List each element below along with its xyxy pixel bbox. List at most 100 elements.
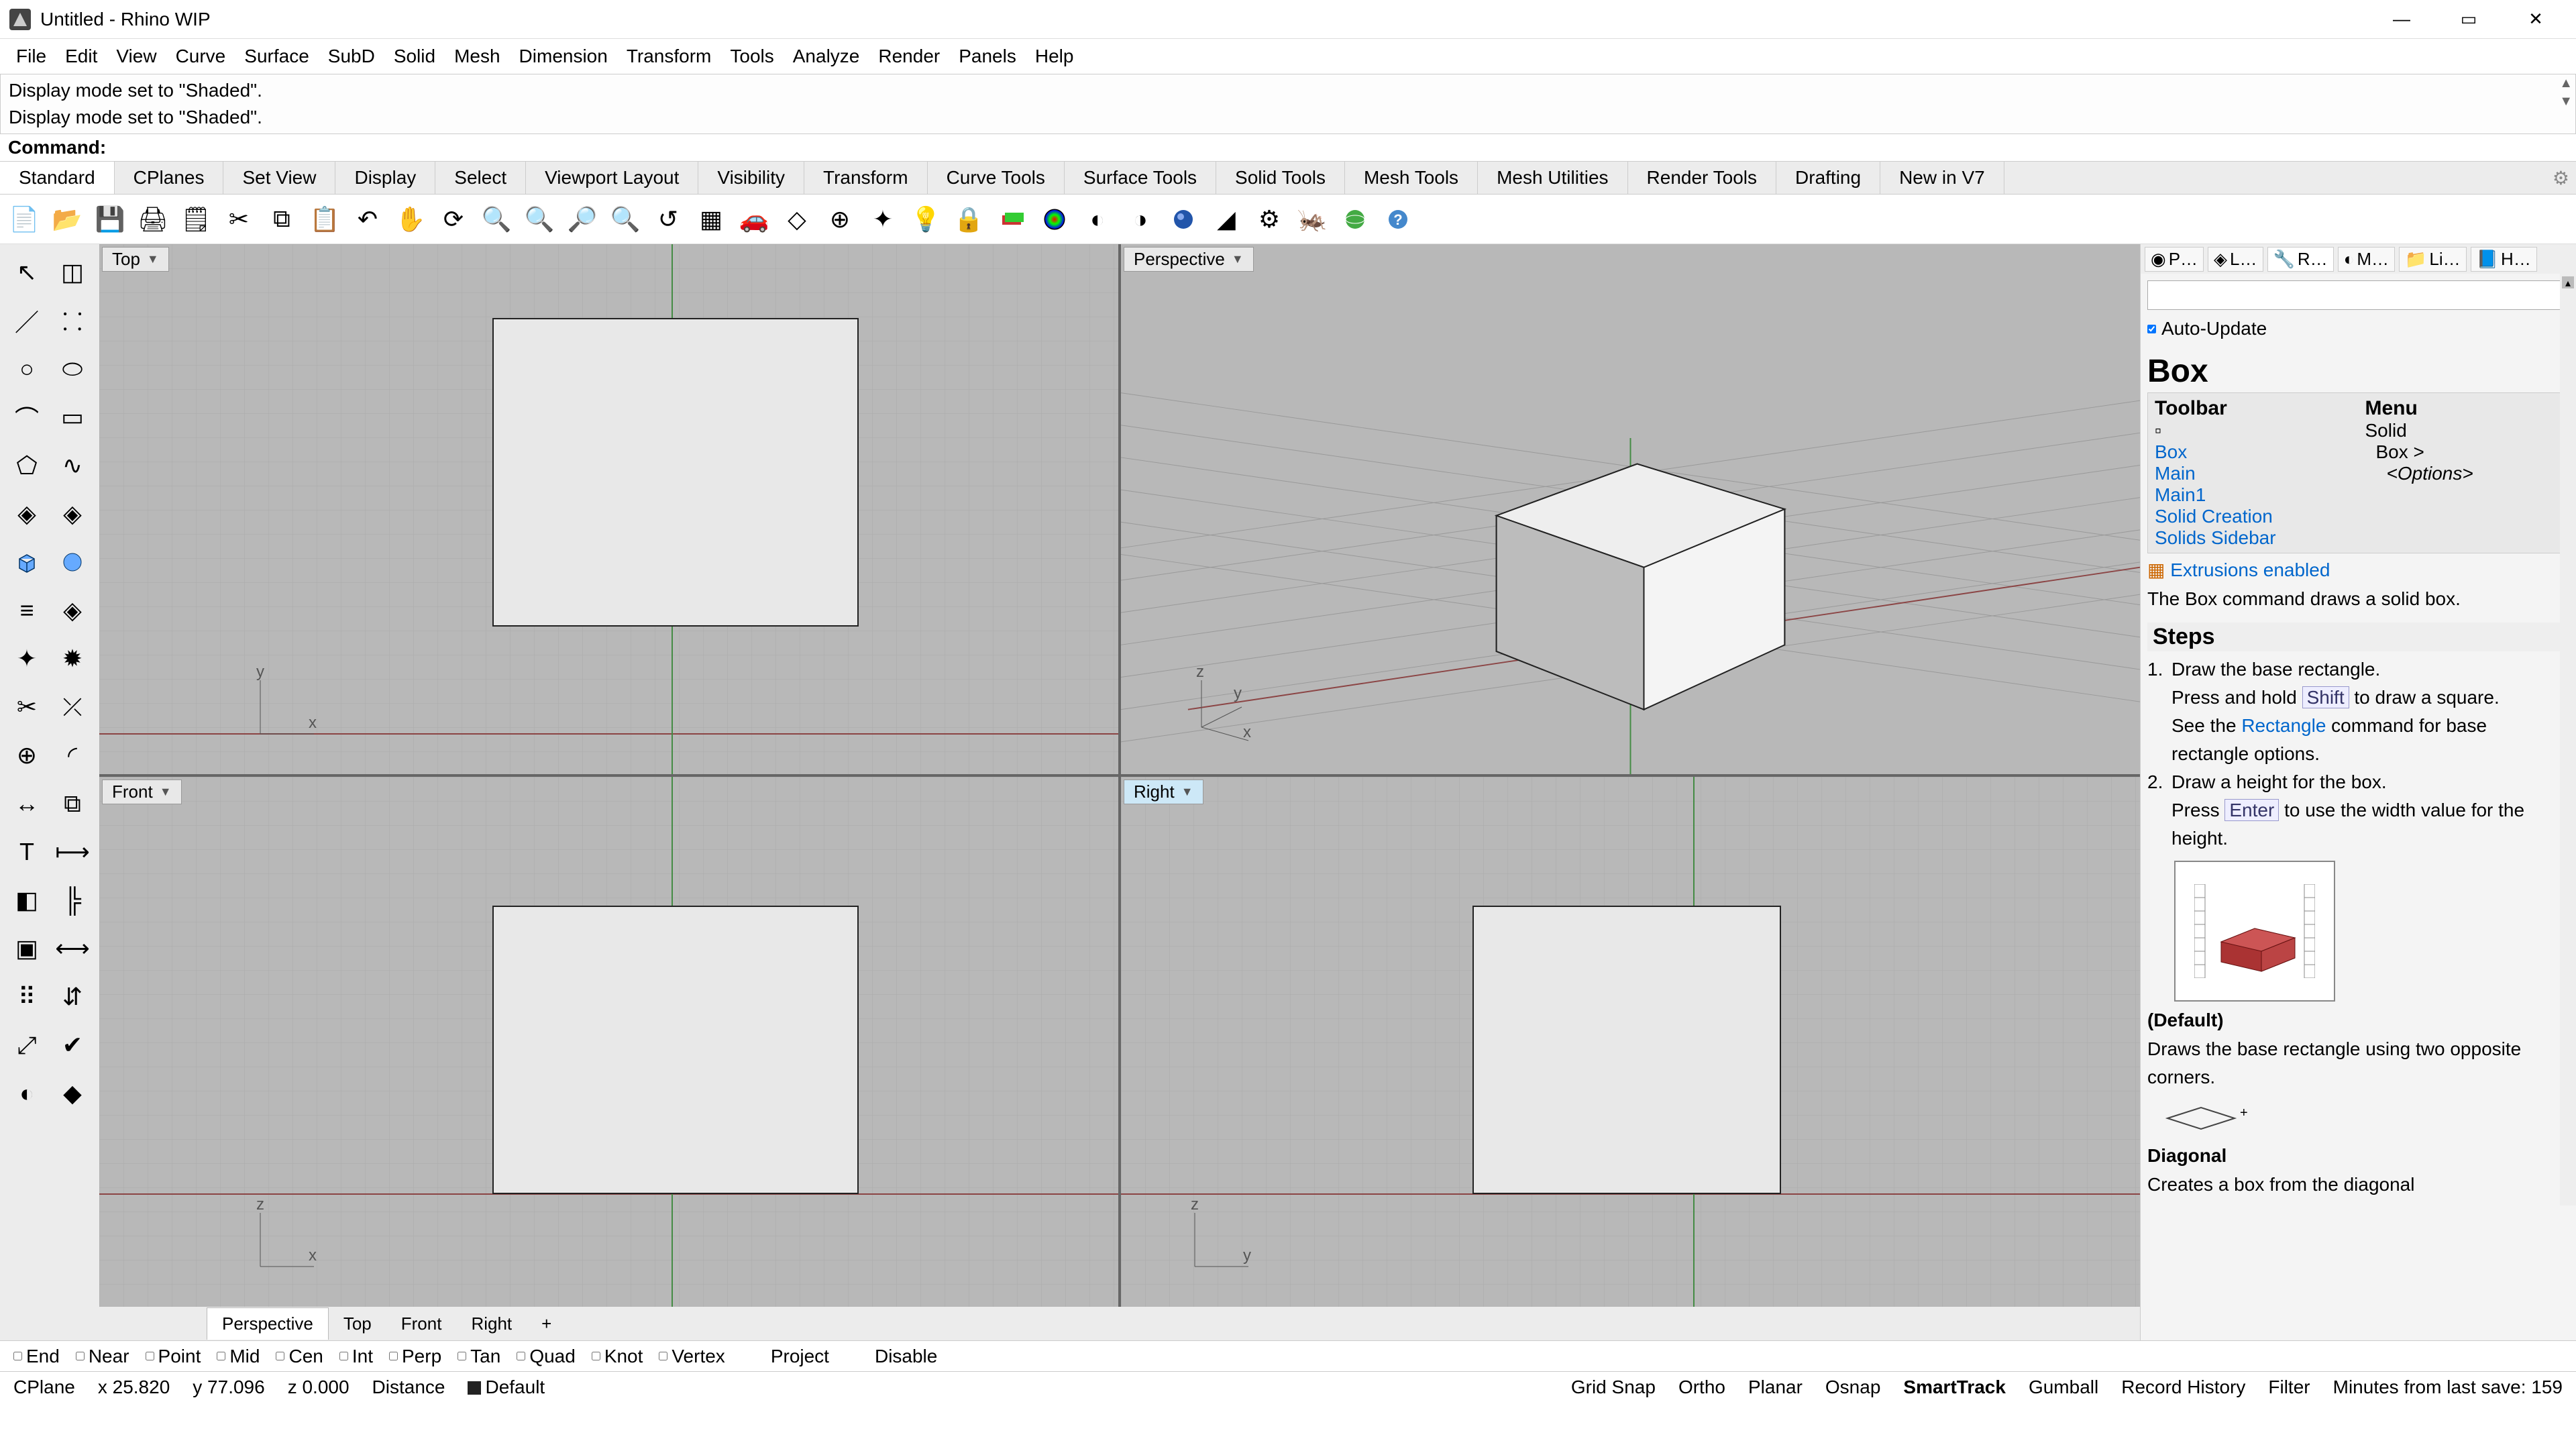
options-icon[interactable]: 🗒 <box>178 202 213 237</box>
render-icon[interactable]: ◑ <box>1123 202 1158 237</box>
box-icon[interactable] <box>5 539 48 585</box>
cut-icon[interactable]: ✂ <box>221 202 256 237</box>
dropdown-arrow-icon[interactable]: ▼ <box>160 785 172 799</box>
curve-icon[interactable]: ∿ <box>51 443 94 488</box>
menu-tools[interactable]: Tools <box>720 43 783 70</box>
copy-icon[interactable]: ⧉ <box>264 202 299 237</box>
panel-tab-properties[interactable]: ◉ P… <box>2145 247 2204 272</box>
status-history[interactable]: Record History <box>2121 1377 2245 1398</box>
osnap-perp[interactable]: Perp <box>389 1346 441 1367</box>
explode-icon[interactable]: ✹ <box>51 636 94 682</box>
shade-icon[interactable]: ◐ <box>1080 202 1115 237</box>
print-icon[interactable]: 🖨 <box>136 202 170 237</box>
menu-curve[interactable]: Curve <box>166 43 235 70</box>
status-cplane[interactable]: CPlane <box>13 1377 75 1398</box>
close-button[interactable]: ✕ <box>2522 6 2549 33</box>
viewport-right[interactable]: Right▼ z y <box>1121 777 2140 1307</box>
osnap-disable[interactable]: Disable <box>875 1346 937 1367</box>
polygon-icon[interactable]: ⬠ <box>5 443 48 488</box>
dim-icon[interactable]: ⟼ <box>51 829 94 875</box>
select-icon[interactable]: ✦ <box>865 202 900 237</box>
render-misc-icon[interactable]: ◐ <box>5 1071 48 1116</box>
text-icon[interactable]: T <box>5 829 48 875</box>
command-line[interactable]: Command: <box>0 134 2576 161</box>
osnap-point[interactable]: Point <box>146 1346 201 1367</box>
menu-file[interactable]: File <box>7 43 56 70</box>
menu-surface[interactable]: Surface <box>235 43 319 70</box>
menu-render[interactable]: Render <box>869 43 949 70</box>
panel-tab-libraries[interactable]: 📁 Li… <box>2399 247 2467 272</box>
paste-icon[interactable]: 📋 <box>307 202 342 237</box>
grasshopper-icon[interactable]: 🦗 <box>1295 202 1330 237</box>
viewport-top[interactable]: Top▼ y x <box>99 244 1118 774</box>
menu-subd[interactable]: SubD <box>319 43 384 70</box>
help-search-input[interactable] <box>2147 280 2569 310</box>
dropdown-arrow-icon[interactable]: ▼ <box>1232 252 1244 266</box>
viewport-label-front[interactable]: Front▼ <box>102 780 182 804</box>
panel-tab-layers[interactable]: ◈ L… <box>2208 247 2263 272</box>
named-cplane-icon[interactable]: 🚗 <box>737 202 771 237</box>
polyline-icon[interactable]: ／ <box>5 298 48 343</box>
material-icon[interactable]: ◆ <box>51 1071 94 1116</box>
properties-icon[interactable] <box>1037 202 1072 237</box>
copy2-icon[interactable]: ⧉ <box>51 781 94 826</box>
help-link[interactable]: Main1 <box>2155 484 2352 506</box>
undo-icon[interactable]: ↶ <box>350 202 385 237</box>
help-scrollbar[interactable]: ▴ <box>2560 274 2576 1205</box>
status-gumball[interactable]: Gumball <box>2029 1377 2098 1398</box>
status-layer[interactable]: Default <box>468 1377 545 1398</box>
help-icon[interactable]: ? <box>1381 202 1415 237</box>
split-icon[interactable]: ⤫ <box>51 684 94 730</box>
zoom-extents-icon[interactable]: 🔎 <box>565 202 600 237</box>
save-file-icon[interactable]: 💾 <box>93 202 127 237</box>
help-link[interactable]: Solids Sidebar <box>2155 527 2352 549</box>
tab-cplanes[interactable]: CPlanes <box>115 162 224 194</box>
solid2-icon[interactable]: ▣ <box>5 926 48 971</box>
lock-icon[interactable]: 🔒 <box>951 202 986 237</box>
osnap-knot[interactable]: Knot <box>592 1346 643 1367</box>
vptab-right[interactable]: Right <box>456 1308 527 1340</box>
history-scrollbar[interactable]: ▲▼ <box>2559 76 2573 109</box>
dropdown-arrow-icon[interactable]: ▼ <box>147 252 159 266</box>
tab-surface-tools[interactable]: Surface Tools <box>1065 162 1216 194</box>
tab-standard[interactable]: Standard <box>0 162 115 194</box>
world-icon[interactable] <box>1338 202 1373 237</box>
osnap-int[interactable]: Int <box>339 1346 373 1367</box>
osnap-end[interactable]: End <box>13 1346 60 1367</box>
osnap-mid[interactable]: Mid <box>217 1346 260 1367</box>
ellipse-icon[interactable]: ⬭ <box>51 346 94 392</box>
vptab-front[interactable]: Front <box>386 1308 457 1340</box>
tab-display[interactable]: Display <box>335 162 435 194</box>
menu-analyze[interactable]: Analyze <box>784 43 869 70</box>
rectangle-link[interactable]: Rectangle <box>2241 715 2326 736</box>
tab-visibility[interactable]: Visibility <box>698 162 804 194</box>
snap-icon[interactable]: ⊕ <box>822 202 857 237</box>
hide-icon[interactable]: 💡 <box>908 202 943 237</box>
surface-from-curve-icon[interactable]: ◈ <box>5 491 48 537</box>
tab-drafting[interactable]: Drafting <box>1776 162 1880 194</box>
viewport-label-top[interactable]: Top▼ <box>102 247 169 272</box>
tabs-options-icon[interactable]: ⚙ <box>2553 167 2569 189</box>
help-link[interactable]: Main <box>2155 463 2352 484</box>
arc-icon[interactable]: ⌒ <box>5 394 48 440</box>
cylinder-icon[interactable]: ≡ <box>5 588 48 633</box>
dropdown-arrow-icon[interactable]: ▼ <box>1181 785 1193 799</box>
osnap-quad[interactable]: Quad <box>517 1346 576 1367</box>
transform2-icon[interactable]: ⟷ <box>51 926 94 971</box>
panel-tab-help[interactable]: 📘 H… <box>2471 247 2537 272</box>
viewport-label-perspective[interactable]: Perspective▼ <box>1124 247 1254 272</box>
osnap-near[interactable]: Near <box>76 1346 129 1367</box>
vptab-perspective[interactable]: Perspective <box>207 1307 329 1340</box>
osnap-tan[interactable]: Tan <box>458 1346 500 1367</box>
edit-points-icon[interactable]: ✦ <box>5 636 48 682</box>
menu-dimension[interactable]: Dimension <box>510 43 617 70</box>
mesh-icon[interactable]: ◈ <box>51 588 94 633</box>
tab-render-tools[interactable]: Render Tools <box>1628 162 1776 194</box>
analyze-icon[interactable]: ◧ <box>5 877 48 923</box>
status-gridsnap[interactable]: Grid Snap <box>1571 1377 1656 1398</box>
fillet-icon[interactable]: ◜ <box>51 733 94 778</box>
help-link[interactable]: Solid Creation <box>2155 506 2352 527</box>
status-smarttrack[interactable]: SmartTrack <box>1903 1377 2006 1398</box>
dim2-icon[interactable]: ╠ <box>51 877 94 923</box>
open-file-icon[interactable]: 📂 <box>50 202 85 237</box>
